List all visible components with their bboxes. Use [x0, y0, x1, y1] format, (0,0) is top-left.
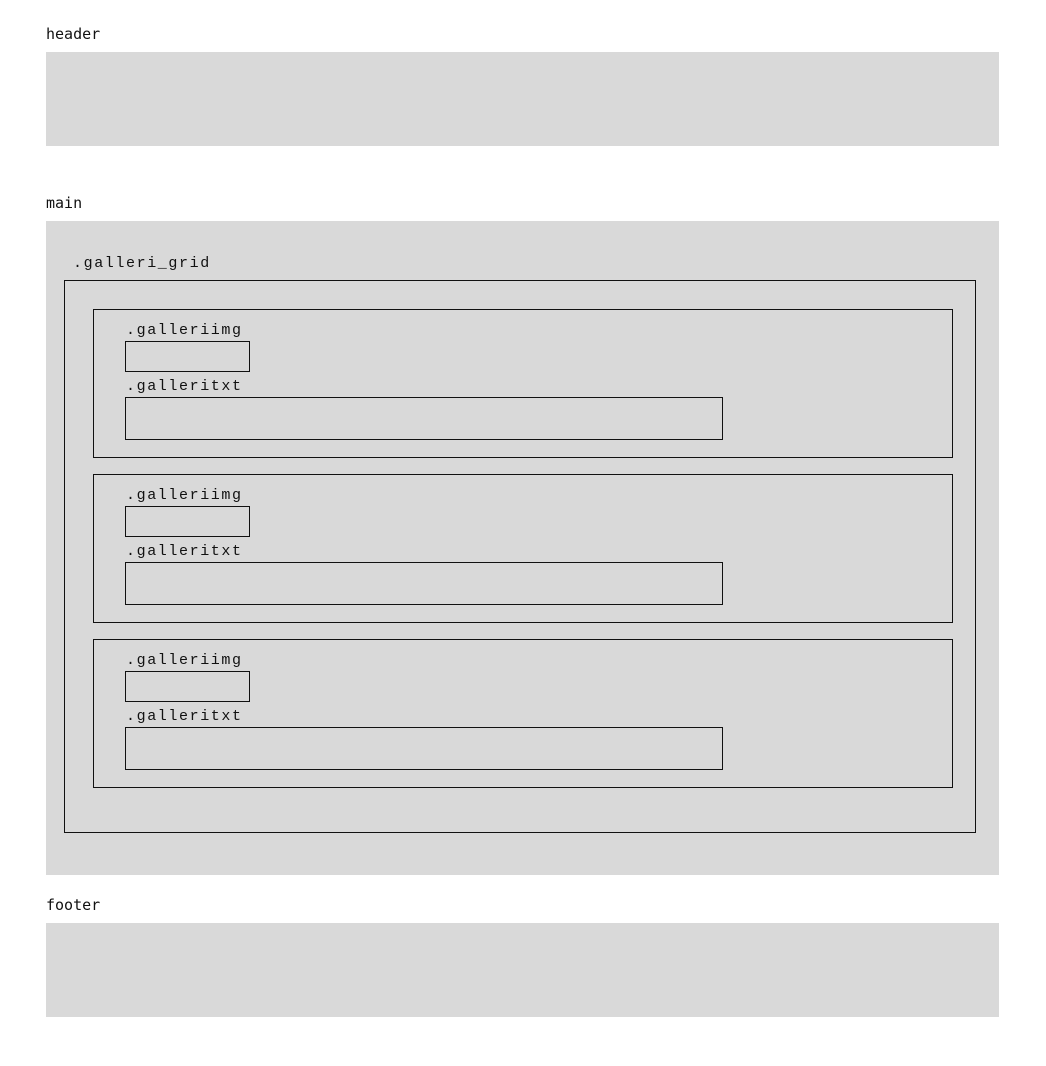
gallery-txt-box	[125, 727, 723, 770]
gallery-img-label: .galleriimg	[126, 487, 243, 504]
header-label: header	[46, 25, 101, 43]
gallery-txt-label: .galleritxt	[126, 378, 243, 395]
gallery-img-label: .galleriimg	[126, 652, 243, 669]
gallery-txt-box	[125, 397, 723, 440]
footer-region	[46, 923, 999, 1017]
footer-label: footer	[46, 896, 101, 914]
gallery-img-label: .galleriimg	[126, 322, 243, 339]
gallery-txt-label: .galleritxt	[126, 708, 243, 725]
gallery-txt-box	[125, 562, 723, 605]
main-label: main	[46, 194, 83, 212]
gallery-img-box	[125, 671, 250, 702]
gallery-img-box	[125, 506, 250, 537]
gallery-img-box	[125, 341, 250, 372]
gallery-txt-label: .galleritxt	[126, 543, 243, 560]
header-region	[46, 52, 999, 146]
gallery-grid-label: .galleri_grid	[73, 255, 211, 272]
